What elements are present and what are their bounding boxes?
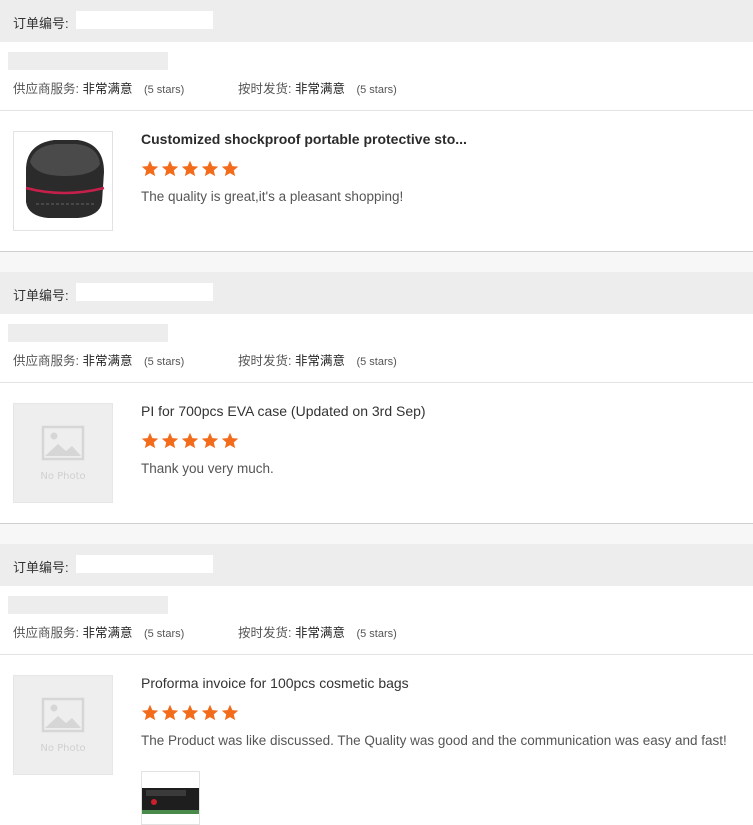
order-number-label: 订单编号: xyxy=(13,16,69,31)
on-time-delivery-value: 非常满意 xyxy=(294,354,345,368)
review-comment: Thank you very much. xyxy=(141,461,274,476)
order-number-redacted xyxy=(76,555,213,573)
black-hard-case-image xyxy=(14,132,112,230)
cosmetic-bag-photo xyxy=(142,772,199,824)
divider xyxy=(0,654,753,655)
supplier-service-value: 非常满意 xyxy=(82,626,133,640)
supplier-service-label: 供应商服务: xyxy=(13,82,79,96)
star-icon xyxy=(161,704,179,721)
supplier-service-stars: (5 stars) xyxy=(143,356,185,368)
order-gap xyxy=(0,252,753,272)
star-icon xyxy=(221,704,239,721)
order-card: 订单编号: 供应商服务: 非常满意 (5 stars) 按时发货: 非常满意 (… xyxy=(0,0,753,252)
no-photo-icon xyxy=(41,425,85,461)
order-header: 订单编号: xyxy=(0,0,753,42)
star-icon xyxy=(201,704,219,721)
order-card: 订单编号: 供应商服务: 非常满意 (5 stars) 按时发货: 非常满意 (… xyxy=(0,272,753,524)
review-star-rating xyxy=(141,432,241,452)
on-time-delivery-label: 按时发货: xyxy=(238,626,292,640)
order-gap xyxy=(0,524,753,544)
on-time-delivery-stars: (5 stars) xyxy=(356,628,397,640)
star-icon xyxy=(141,432,159,449)
supplier-service-label: 供应商服务: xyxy=(13,354,79,368)
divider xyxy=(0,382,753,383)
order-number-redacted xyxy=(76,283,213,301)
supplier-service-stars: (5 stars) xyxy=(143,84,185,96)
supplier-service-value: 非常满意 xyxy=(82,82,133,96)
on-time-delivery-value: 非常满意 xyxy=(294,626,345,640)
product-title-link[interactable]: PI for 700pcs EVA case (Updated on 3rd S… xyxy=(141,403,426,419)
divider xyxy=(0,110,753,111)
star-icon xyxy=(201,160,219,177)
supplier-service-value: 非常满意 xyxy=(82,354,133,368)
star-icon xyxy=(161,160,179,177)
order-card: 订单编号: 供应商服务: 非常满意 (5 stars) 按时发货: 非常满意 (… xyxy=(0,544,753,821)
no-photo-text: No Photo xyxy=(40,743,86,754)
star-rating-graphic xyxy=(141,432,239,449)
on-time-delivery-value: 非常满意 xyxy=(294,82,345,96)
rating-summary: 供应商服务: 非常满意 (5 stars) 按时发货: 非常满意 (5 star… xyxy=(13,78,397,96)
product-thumbnail[interactable] xyxy=(13,131,113,231)
on-time-delivery-label: 按时发货: xyxy=(238,82,292,96)
order-header: 订单编号: xyxy=(0,272,753,314)
star-icon xyxy=(181,432,199,449)
order-header: 订单编号: xyxy=(0,544,753,586)
review-attachment-image[interactable] xyxy=(141,771,200,825)
star-icon xyxy=(201,432,219,449)
on-time-delivery-label: 按时发货: xyxy=(238,354,292,368)
star-rating-graphic xyxy=(141,160,239,177)
order-number-redacted xyxy=(76,11,213,29)
star-icon xyxy=(181,704,199,721)
order-number-label: 订单编号: xyxy=(13,560,69,575)
product-thumbnail[interactable]: No Photo xyxy=(13,403,113,503)
star-rating-graphic xyxy=(141,704,239,721)
supplier-service-stars: (5 stars) xyxy=(143,628,185,640)
star-icon xyxy=(181,160,199,177)
review-star-rating xyxy=(141,704,241,724)
product-title-link[interactable]: Proforma invoice for 100pcs cosmetic bag… xyxy=(141,675,409,691)
star-icon xyxy=(141,704,159,721)
product-title-link[interactable]: Customized shockproof portable protectiv… xyxy=(141,131,467,147)
product-thumbnail[interactable]: No Photo xyxy=(13,675,113,775)
no-photo-icon xyxy=(41,697,85,733)
supplier-name-redacted xyxy=(8,324,168,342)
supplier-service-label: 供应商服务: xyxy=(13,626,79,640)
no-photo-text: No Photo xyxy=(40,471,86,482)
on-time-delivery-stars: (5 stars) xyxy=(356,356,397,368)
rating-summary: 供应商服务: 非常满意 (5 stars) 按时发货: 非常满意 (5 star… xyxy=(13,350,397,368)
review-comment: The Product was like discussed. The Qual… xyxy=(141,733,727,748)
star-icon xyxy=(141,160,159,177)
review-star-rating xyxy=(141,160,241,180)
rating-summary: 供应商服务: 非常满意 (5 stars) 按时发货: 非常满意 (5 star… xyxy=(13,622,397,640)
order-number-label: 订单编号: xyxy=(13,288,69,303)
review-comment: The quality is great,it's a pleasant sho… xyxy=(141,189,404,204)
star-icon xyxy=(161,432,179,449)
star-icon xyxy=(221,160,239,177)
supplier-name-redacted xyxy=(8,596,168,614)
on-time-delivery-stars: (5 stars) xyxy=(356,84,397,96)
star-icon xyxy=(221,432,239,449)
supplier-name-redacted xyxy=(8,52,168,70)
